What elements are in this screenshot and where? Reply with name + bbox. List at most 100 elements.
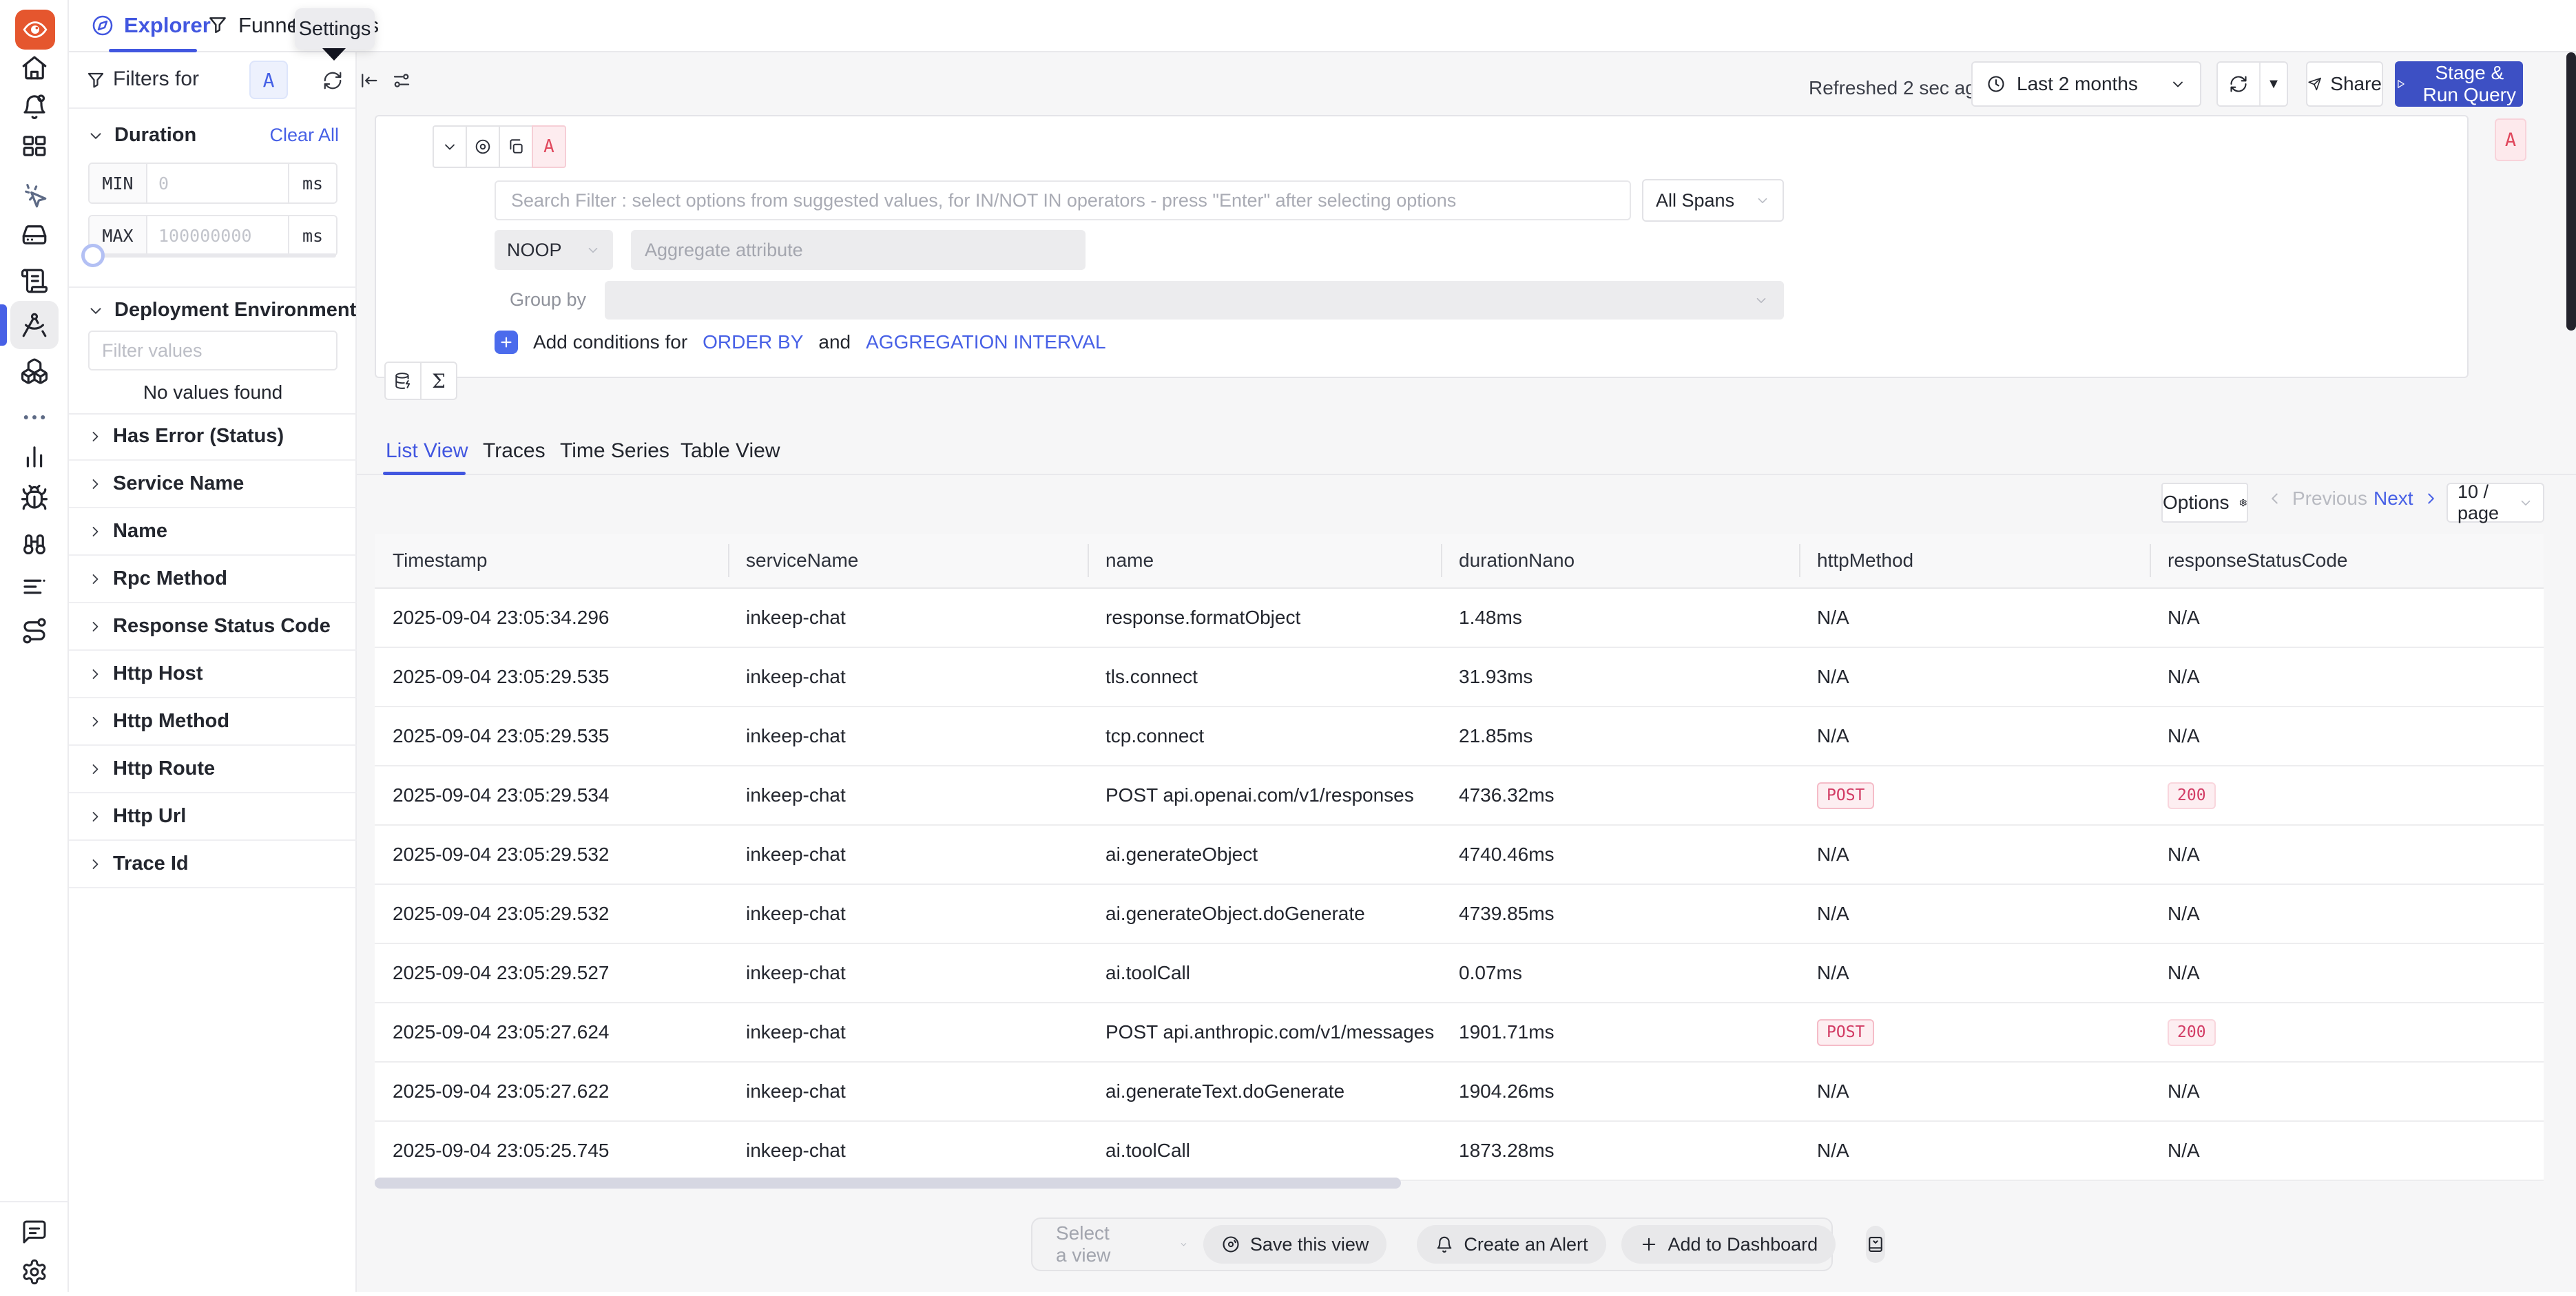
rail-logs[interactable] [0, 257, 69, 305]
table-row[interactable]: 2025-09-04 23:05:29.532inkeep-chatai.gen… [375, 885, 2544, 944]
add-to-dashboard-button[interactable]: Add to Dashboard [1621, 1225, 1836, 1264]
max-unit: ms [288, 216, 336, 255]
save-view-button[interactable]: Save this view [1203, 1225, 1387, 1264]
refresh-options-caret[interactable]: ▼ [2261, 76, 2287, 92]
no-values-found-text: No values found [69, 382, 357, 404]
time-range-dropdown[interactable]: Last 2 months [1971, 61, 2201, 107]
chevron-right-icon [2422, 490, 2440, 508]
cell-method: N/A [1799, 666, 2150, 688]
search-filter-input[interactable] [495, 180, 1631, 220]
cell-name: ai.toolCall [1088, 962, 1441, 984]
rail-dashboards[interactable] [0, 122, 69, 170]
rail-settings-gear-icon[interactable] [0, 1248, 69, 1296]
cell-service: inkeep-chat [728, 666, 1088, 688]
filter-section-http-host[interactable]: Http Host [69, 651, 357, 698]
rail-messaging-queues[interactable] [0, 347, 69, 395]
order-by-link[interactable]: ORDER BY [703, 331, 803, 353]
rail-service-map[interactable] [0, 520, 69, 568]
sync-filters-icon[interactable] [322, 70, 343, 91]
add-formula-button[interactable]: Σ [420, 362, 457, 400]
view-tab-traces[interactable]: Traces [483, 439, 546, 463]
select-view-dropdown[interactable]: Select a view [1056, 1222, 1188, 1266]
span-scope-dropdown[interactable]: All Spans [1642, 179, 1784, 222]
clear-all-link[interactable]: Clear All [269, 125, 339, 146]
horizontal-scrollbar[interactable] [375, 1178, 1401, 1189]
rail-infrastructure[interactable] [0, 211, 69, 259]
query-toolbar: A [433, 125, 566, 168]
cell-service: inkeep-chat [728, 1140, 1088, 1162]
plus-icon [499, 335, 514, 350]
options-button[interactable]: Options [2161, 483, 2248, 523]
rail-billing[interactable] [0, 563, 69, 611]
next-page-button[interactable]: Next [2374, 488, 2440, 510]
table-row[interactable]: 2025-09-04 23:05:29.535inkeep-chattcp.co… [375, 707, 2544, 766]
vertical-scrollbar[interactable] [2566, 52, 2576, 331]
table-row[interactable]: 2025-09-04 23:05:27.624inkeep-chatPOST a… [375, 1003, 2544, 1063]
table-header-row: TimestampserviceNamenamedurationNanohttp… [375, 534, 2544, 589]
bell-icon [1435, 1235, 1454, 1254]
disable-query-button[interactable] [466, 125, 500, 168]
aggregation-interval-link[interactable]: AGGREGATION INTERVAL [866, 331, 1106, 353]
collapse-sidebar-icon[interactable] [358, 70, 379, 91]
plus-icon [1639, 1235, 1659, 1254]
deployment-env-filter-input[interactable] [88, 331, 337, 370]
filter-section-rpc-method[interactable]: Rpc Method [69, 556, 357, 603]
filter-section-name[interactable]: Name [69, 508, 357, 556]
aggregate-attribute-input[interactable]: Aggregate attribute [631, 230, 1086, 270]
table-row[interactable]: 2025-09-04 23:05:29.527inkeep-chatai.too… [375, 944, 2544, 1003]
filter-section-label: Http Host [113, 662, 202, 685]
filter-section-http-route[interactable]: Http Route [69, 746, 357, 793]
active-tab-underline [109, 49, 197, 52]
view-tab-table-view[interactable]: Table View [681, 439, 780, 463]
collapsed-filter-sections: Has Error (Status)Service NameNameRpc Me… [69, 413, 357, 888]
copy-query-button[interactable] [499, 125, 533, 168]
share-button[interactable]: Share [2306, 61, 2383, 107]
filter-section-http-url[interactable]: Http Url [69, 793, 357, 841]
filter-section-response-status-code[interactable]: Response Status Code [69, 603, 357, 651]
table-row[interactable]: 2025-09-04 23:05:29.534inkeep-chatPOST a… [375, 766, 2544, 826]
previous-page-button[interactable]: Previous [2266, 488, 2367, 510]
deployment-env-section-header[interactable]: Deployment Environment [69, 299, 357, 322]
cell-name: ai.generateObject [1088, 844, 1441, 866]
create-alert-button[interactable]: Create an Alert [1417, 1225, 1606, 1264]
rail-exceptions[interactable] [0, 474, 69, 522]
collapse-query-button[interactable] [433, 125, 467, 168]
filter-section-service-name[interactable]: Service Name [69, 461, 357, 508]
table-row[interactable]: 2025-09-04 23:05:29.535inkeep-chattls.co… [375, 648, 2544, 707]
duration-slider-handle[interactable] [81, 244, 105, 267]
tab-explorer[interactable]: Explorer [91, 0, 211, 51]
duration-min-input[interactable] [147, 164, 288, 202]
refresh-button[interactable] [2218, 63, 2261, 105]
rail-divider [0, 1201, 69, 1202]
cell-service: inkeep-chat [728, 903, 1088, 925]
docs-book-button[interactable] [1866, 1226, 1885, 1263]
duration-slider-track[interactable] [90, 253, 336, 258]
floating-query-letter-badge[interactable]: A [2495, 118, 2526, 161]
filter-section-trace-id[interactable]: Trace Id [69, 841, 357, 888]
book-icon [1866, 1235, 1885, 1254]
view-tab-time-series[interactable]: Time Series [560, 439, 669, 463]
cell-service: inkeep-chat [728, 844, 1088, 866]
table-row[interactable]: 2025-09-04 23:05:27.622inkeep-chatai.gen… [375, 1063, 2544, 1122]
duration-section-header[interactable]: Duration Clear All [69, 124, 357, 147]
rail-traces[interactable] [0, 301, 69, 349]
filters-query-badge[interactable]: A [249, 61, 288, 99]
add-query-button[interactable] [384, 362, 422, 400]
stage-run-query-button[interactable]: Stage & Run Query [2395, 61, 2523, 107]
table-row[interactable]: 2025-09-04 23:05:29.532inkeep-chatai.gen… [375, 826, 2544, 885]
query-letter-badge[interactable]: A [532, 125, 566, 168]
group-by-select[interactable] [605, 281, 1784, 320]
filter-section-has-error-status-[interactable]: Has Error (Status) [69, 413, 357, 461]
table-row[interactable]: 2025-09-04 23:05:25.745inkeep-chatai.too… [375, 1122, 2544, 1181]
add-conditions-text: Add conditions for [533, 331, 687, 353]
add-condition-button[interactable] [495, 331, 518, 354]
table-row[interactable]: 2025-09-04 23:05:34.296inkeep-chatrespon… [375, 589, 2544, 648]
filter-settings-icon[interactable] [391, 70, 412, 91]
page-size-select[interactable]: 10 / page [2447, 483, 2544, 523]
filter-section-label: Http Method [113, 710, 229, 733]
filter-section-http-method[interactable]: Http Method [69, 698, 357, 746]
rail-integrations[interactable] [0, 607, 69, 655]
duration-max-input[interactable] [147, 216, 288, 255]
aggregate-operator-select[interactable]: NOOP [495, 230, 613, 270]
view-tab-list-view[interactable]: List View [386, 439, 468, 463]
